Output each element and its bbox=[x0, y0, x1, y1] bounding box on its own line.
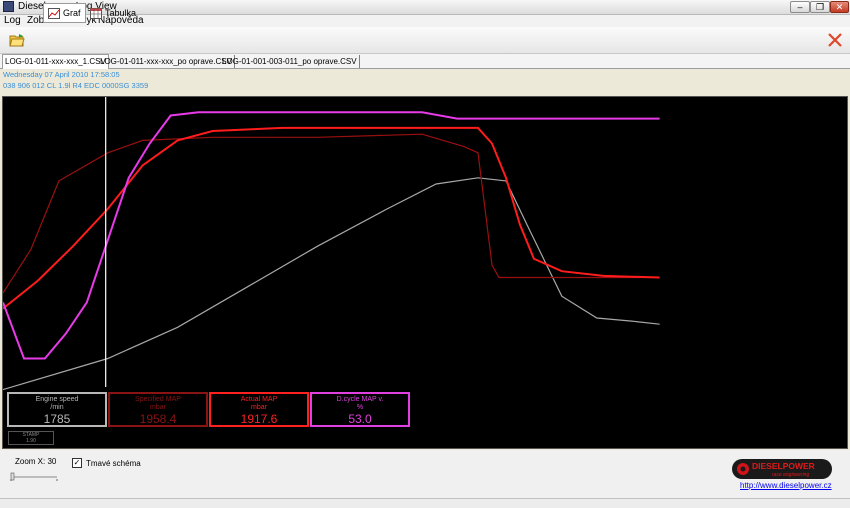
close-file-icon[interactable] bbox=[826, 31, 844, 49]
series-line-specified-map bbox=[3, 133, 660, 294]
table-icon bbox=[90, 7, 102, 19]
gauge-value: 1917.6 bbox=[240, 412, 278, 426]
gauge-value: 1785 bbox=[43, 412, 71, 426]
gauge-specified-map: Specified MAP mbar 1958.4 bbox=[108, 392, 208, 427]
menu-log[interactable]: Log bbox=[4, 15, 21, 27]
dark-scheme-label: Tmavé schéma bbox=[86, 458, 141, 468]
logo-text: DIESELPOWER bbox=[752, 461, 815, 471]
zoom-label: Zoom X: 30 bbox=[15, 457, 57, 466]
open-folder-icon[interactable] bbox=[9, 33, 25, 47]
gauge-actual-map: Actual MAP mbar 1917.6 bbox=[209, 392, 309, 427]
gauge-name: Actual MAP bbox=[240, 396, 278, 403]
minimize-button[interactable]: – bbox=[790, 1, 810, 13]
toolbar bbox=[0, 27, 850, 54]
series-line-engine-speed bbox=[3, 177, 660, 391]
gauge-unit: mbar bbox=[150, 404, 166, 411]
chart-icon bbox=[48, 7, 60, 19]
tab-file-3[interactable]: LOG-01-001-003-011_po oprave.CSV bbox=[220, 55, 360, 68]
graph-label: Graf bbox=[63, 8, 81, 18]
table-label: Tabulka bbox=[105, 8, 137, 18]
gauge-name: Specified MAP bbox=[135, 396, 181, 403]
maximize-button[interactable]: ❐ bbox=[810, 1, 830, 13]
gauge-engine-speed: Engine speed /min 1785 bbox=[7, 392, 107, 427]
table-button[interactable]: Tabulka bbox=[90, 3, 136, 23]
series-line-actual-map bbox=[3, 126, 660, 310]
website-link[interactable]: http://www.dieselpower.cz bbox=[740, 481, 832, 490]
gauge-name: D.cycle MAP v. bbox=[336, 396, 384, 403]
dieselpower-logo: DIESELPOWER race engineering bbox=[732, 459, 832, 479]
log-chart[interactable]: Engine speed /min 1785 Specified MAP mba… bbox=[2, 96, 848, 449]
stamp-value: 1.90 bbox=[26, 438, 36, 444]
gauge-name: Engine speed bbox=[35, 396, 79, 403]
tab-file-2[interactable]: LOG-01-011-xxx-xxx_po oprave.CSV bbox=[98, 55, 235, 68]
close-window-button[interactable]: ✕ bbox=[830, 1, 849, 13]
tab-file-1[interactable]: LOG-01-011-xxx-xxx_1.CSV bbox=[2, 54, 109, 69]
series-line-d-cycle-map-v bbox=[3, 111, 660, 360]
zoom-slider[interactable] bbox=[10, 471, 58, 481]
app-icon bbox=[3, 1, 14, 12]
file-tabs: LOG-01-011-xxx-xxx_1.CSV LOG-01-011-xxx-… bbox=[0, 54, 850, 69]
gauge-value: 1958.4 bbox=[139, 412, 177, 426]
gauge-unit: /min bbox=[50, 404, 64, 411]
graph-button[interactable]: Graf bbox=[43, 3, 86, 23]
ecu-info: 038 906 012 CL 1.9l R4 EDC 0000SG 3359 bbox=[3, 81, 149, 90]
stamp-box: STAMP 1.90 bbox=[8, 431, 54, 445]
gauge-unit: mbar bbox=[251, 404, 267, 411]
gauge-value: 53.0 bbox=[348, 412, 372, 426]
dark-scheme-checkbox[interactable]: ✓ Tmavé schéma bbox=[72, 458, 141, 468]
checkbox-box[interactable]: ✓ bbox=[72, 458, 82, 468]
gauge-unit: % bbox=[356, 404, 364, 411]
gauge-duty-cycle: D.cycle MAP v. % 53.0 bbox=[310, 392, 410, 427]
log-date: Wednesday 07 April 2010 17:58:05 bbox=[3, 70, 120, 79]
logo-subtext: race engineering bbox=[772, 472, 809, 478]
